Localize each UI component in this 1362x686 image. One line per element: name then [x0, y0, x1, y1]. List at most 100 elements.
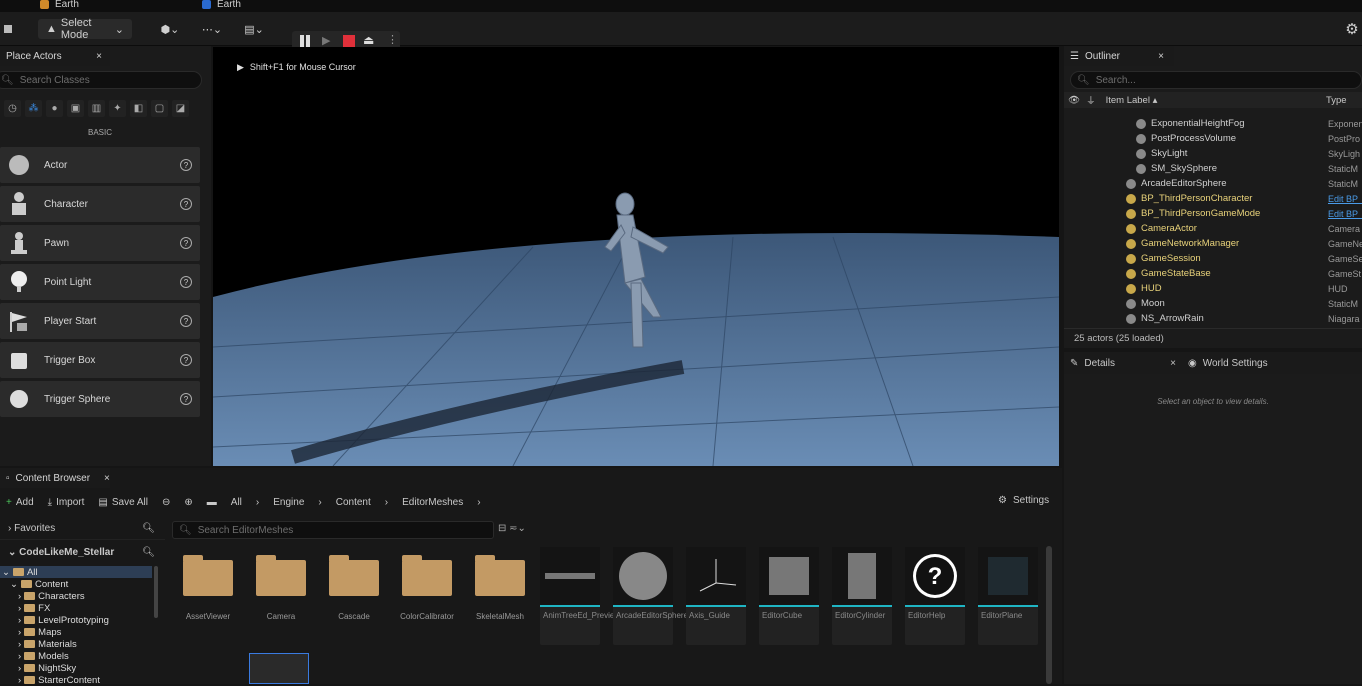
visual-effects-icon[interactable]: ✦: [109, 100, 126, 117]
tree-folder-item[interactable]: › LevelPrototyping: [18, 614, 109, 626]
more-options-icon[interactable]: ⋮: [387, 34, 398, 46]
search-icon[interactable]: 🔍︎: [142, 547, 155, 558]
type-column[interactable]: Type: [1326, 95, 1347, 106]
recent-icon[interactable]: ◷: [4, 100, 21, 117]
pin-icon[interactable]: ⏚: [1086, 93, 1096, 107]
actor-item-actor[interactable]: Actor?: [0, 147, 200, 183]
tree-folder-item[interactable]: › Materials: [18, 638, 77, 650]
world-settings-tab[interactable]: ◉ World Settings: [1184, 358, 1268, 369]
actor-item-character[interactable]: Character?: [0, 186, 200, 222]
geometry-icon[interactable]: ◧: [130, 100, 147, 117]
asset-tile[interactable]: AnimTreeEd_PreviewFloor: [540, 547, 638, 645]
expand-arrow-icon[interactable]: ›: [18, 603, 21, 614]
item-label-column[interactable]: Item Label ▴: [1106, 95, 1158, 106]
blueprint-menu-icon[interactable]: ⋯⌄: [198, 19, 226, 39]
stop-icon[interactable]: [343, 35, 355, 47]
expand-arrow-icon[interactable]: ⌄: [2, 567, 10, 578]
tree-folder-item[interactable]: › Characters: [18, 590, 85, 602]
save-all-button[interactable]: ▤ Save All: [98, 497, 148, 508]
volumes-icon[interactable]: ▢: [151, 100, 168, 117]
expand-arrow-icon[interactable]: ›: [18, 627, 21, 638]
actor-item-pawn[interactable]: Pawn?: [0, 225, 200, 261]
outliner-row[interactable]: GameNetworkManager GameNe: [1064, 236, 1362, 251]
history-back-icon[interactable]: ⊖: [162, 497, 170, 508]
asset-tile[interactable]: EditorPlane: [978, 547, 1038, 645]
outliner-row[interactable]: SkyLight SkyLigh: [1064, 146, 1362, 161]
actor-item-trigger-box[interactable]: Trigger Box?: [0, 342, 200, 378]
expand-arrow-icon[interactable]: ›: [18, 663, 21, 674]
cinematic-icon[interactable]: ▥: [88, 100, 105, 117]
outliner-tab[interactable]: ☰ Outliner ×: [1064, 46, 1174, 66]
outliner-row[interactable]: Moon StaticM: [1064, 296, 1362, 311]
search-icon[interactable]: 🔍︎: [142, 523, 155, 534]
asset-tile[interactable]: EditorCylinder: [832, 547, 892, 645]
all-classes-icon[interactable]: ◪: [172, 100, 189, 117]
asset-tile-partial[interactable]: [468, 653, 528, 684]
outliner-row[interactable]: HUD HUD: [1064, 281, 1362, 296]
import-button[interactable]: ⤓ Import: [48, 497, 85, 508]
close-icon[interactable]: ×: [104, 473, 110, 484]
select-mode-dropdown[interactable]: ▲ Select Mode ⌄: [38, 17, 132, 41]
outliner-row[interactable]: ExponentialHeightFog Exponen: [1064, 116, 1362, 131]
search-classes-input[interactable]: 🔍︎ Search Classes: [0, 71, 202, 89]
outliner-row[interactable]: GameStateBase GameSt: [1064, 266, 1362, 281]
outliner-row[interactable]: SM_SkySphere StaticM: [1064, 161, 1362, 176]
expand-arrow-icon[interactable]: ›: [18, 651, 21, 662]
asset-tile[interactable]: ArcadeEditorSphere: [613, 547, 688, 645]
folder-tile[interactable]: SkeletalMesh: [469, 555, 531, 621]
project-section[interactable]: ⌄ CodeLikeMe_Stellar 🔍︎: [0, 541, 165, 563]
expand-arrow-icon[interactable]: ›: [18, 639, 21, 650]
breadcrumb-engine[interactable]: Engine: [273, 497, 304, 508]
visibility-eye-icon[interactable]: 👁︎: [1068, 95, 1080, 106]
basic-shapes-icon[interactable]: ⁂: [25, 100, 42, 117]
tab-earth-level[interactable]: Earth: [40, 0, 79, 11]
asset-tile-partial[interactable]: [249, 653, 309, 684]
add-actor-icon[interactable]: ⬢⌄: [156, 19, 184, 39]
outliner-row[interactable]: BP_ThirdPersonCharacter Edit BP_: [1064, 191, 1362, 206]
help-icon[interactable]: ?: [180, 393, 192, 405]
expand-arrow-icon[interactable]: ⌄: [10, 579, 18, 590]
content-browser-tab[interactable]: ▫ Content Browser ×: [0, 468, 110, 488]
cb-settings-button[interactable]: ⚙ Settings: [998, 495, 1049, 506]
pause-icon[interactable]: [300, 35, 312, 47]
filter-icon[interactable]: ⊟ ≂⌄: [498, 523, 526, 534]
asset-tile-partial[interactable]: [322, 653, 382, 684]
tree-scrollbar[interactable]: [154, 566, 158, 618]
actor-item-point-light[interactable]: Point Light?: [0, 264, 200, 300]
folder-tile[interactable]: Cascade: [323, 555, 385, 621]
outliner-search-input[interactable]: 🔍︎ Search...: [1070, 71, 1362, 89]
cinematics-icon[interactable]: ▤⌄: [240, 19, 268, 39]
close-icon[interactable]: ×: [1158, 51, 1164, 62]
outliner-row[interactable]: BP_ThirdPersonGameMode Edit BP_: [1064, 206, 1362, 221]
shapes-icon[interactable]: ▣: [67, 100, 84, 117]
tab-earth-blueprint[interactable]: Earth: [202, 0, 241, 11]
asset-tile[interactable]: EditorCube: [759, 547, 819, 645]
breadcrumb-editormeshes[interactable]: EditorMeshes: [402, 497, 463, 508]
outliner-row[interactable]: PostProcessVolume PostPro: [1064, 131, 1362, 146]
outliner-row[interactable]: GameSession GameSe: [1064, 251, 1362, 266]
help-icon[interactable]: ?: [180, 198, 192, 210]
folder-tile[interactable]: AssetViewer: [177, 555, 239, 621]
details-tab[interactable]: ✎ Details ×: [1064, 358, 1184, 369]
help-icon[interactable]: ?: [180, 315, 192, 327]
help-icon[interactable]: ?: [180, 159, 192, 171]
expand-arrow-icon[interactable]: ›: [18, 615, 21, 626]
outliner-row[interactable]: ArcadeEditorSphere StaticM: [1064, 176, 1362, 191]
folder-tile[interactable]: Camera: [250, 555, 312, 621]
help-icon[interactable]: ?: [180, 354, 192, 366]
close-icon[interactable]: ×: [96, 51, 102, 62]
outliner-row[interactable]: CameraActor Camera: [1064, 221, 1362, 236]
tree-folder-item[interactable]: ⌄ All: [2, 566, 38, 578]
asset-search-input[interactable]: 🔍︎ Search EditorMeshes: [172, 521, 494, 539]
place-actors-tab[interactable]: Place Actors ×: [0, 46, 110, 66]
tree-folder-item[interactable]: › FX: [18, 602, 50, 614]
tree-folder-item[interactable]: › Models: [18, 650, 69, 662]
history-forward-icon[interactable]: ⊕: [184, 497, 192, 508]
frame-skip-icon[interactable]: ▶: [322, 35, 330, 47]
asset-tile-partial[interactable]: [176, 653, 236, 684]
tree-folder-item[interactable]: ⌄ Content: [10, 578, 68, 590]
save-icon[interactable]: [2, 19, 14, 39]
tree-folder-item[interactable]: › Maps: [18, 626, 61, 638]
asset-scrollbar[interactable]: [1046, 546, 1052, 684]
tree-folder-item[interactable]: › StarterContent: [18, 674, 100, 686]
